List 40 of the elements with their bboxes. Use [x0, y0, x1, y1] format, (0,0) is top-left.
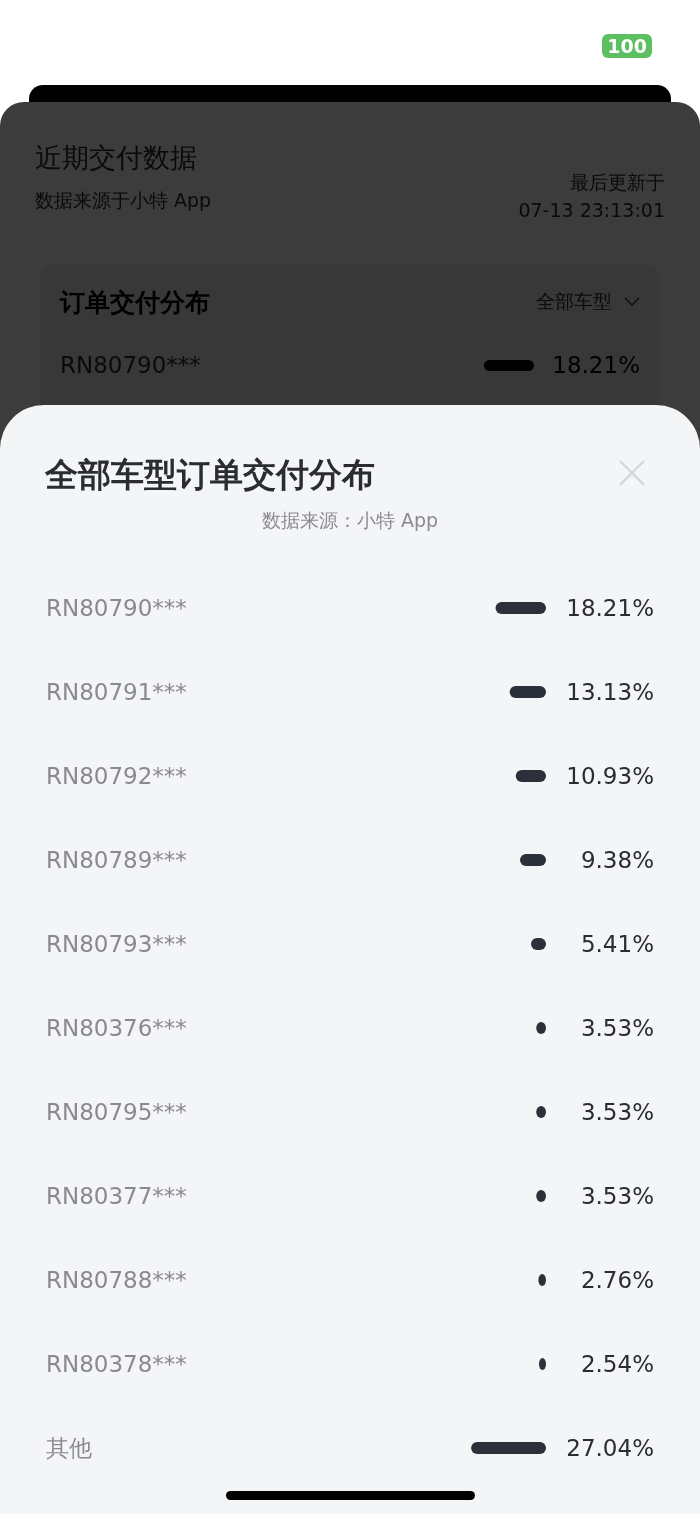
- order-code: RN80791***: [46, 679, 187, 705]
- share-bar: [536, 1106, 546, 1118]
- share-bar: [536, 1022, 546, 1034]
- share-percent: 10.93%: [566, 763, 654, 789]
- share-percent: 9.38%: [580, 847, 654, 873]
- share-percent: 13.13%: [566, 679, 654, 705]
- order-code: RN80790***: [46, 595, 187, 621]
- order-code: 其他: [46, 1435, 92, 1461]
- share-bar: [531, 938, 546, 950]
- share-percent: 18.21%: [566, 595, 654, 621]
- share-percent: 3.53%: [580, 1183, 654, 1209]
- order-code: RN80376***: [46, 1015, 187, 1041]
- share-percent: 5.41%: [580, 931, 654, 957]
- order-code: RN80377***: [46, 1183, 187, 1209]
- share-bar: [484, 359, 535, 371]
- share-percent: 3.53%: [580, 1099, 654, 1125]
- share-percent: 2.54%: [580, 1351, 654, 1377]
- order-code: RN80793***: [46, 931, 187, 957]
- share-percent: 2.76%: [580, 1267, 654, 1293]
- chevron-down-icon[interactable]: [624, 297, 640, 307]
- close-icon[interactable]: [618, 459, 646, 487]
- share-bar: [536, 1190, 546, 1202]
- battery-icon: 100: [602, 34, 652, 58]
- share-bar: [538, 1358, 546, 1370]
- card-title: 订单交付分布: [60, 286, 210, 319]
- order-code: RN80792***: [46, 763, 187, 789]
- share-percent: 18.21%: [552, 352, 640, 378]
- order-code: RN80795***: [46, 1099, 187, 1125]
- share-percent: 27.04%: [566, 1435, 654, 1461]
- share-percent: 3.53%: [580, 1015, 654, 1041]
- order-code: RN80378***: [46, 1351, 187, 1377]
- share-bar: [520, 854, 546, 866]
- share-bar: [509, 686, 546, 698]
- sheet-title: 全部车型订单交付分布: [45, 454, 375, 496]
- source-text: 数据来源：小特 App: [260, 508, 440, 533]
- share-bar: [495, 602, 546, 614]
- order-code: RN80788***: [46, 1267, 187, 1293]
- order-code: RN80789***: [46, 847, 187, 873]
- share-bar: [515, 770, 546, 782]
- share-bar: [538, 1274, 546, 1286]
